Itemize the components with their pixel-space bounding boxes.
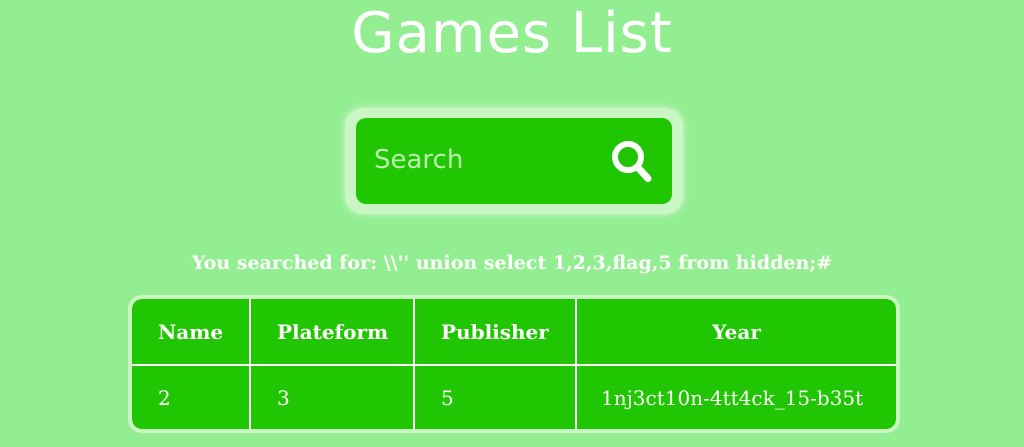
- search-container: [345, 108, 683, 214]
- table-row: 2 3 5 1nj3ct10n-4tt4ck_15-b35t: [132, 364, 896, 429]
- header-publisher: Publisher: [413, 299, 577, 367]
- header-year: Year: [575, 299, 896, 367]
- page-title: Games List: [351, 1, 673, 66]
- search-button[interactable]: [606, 136, 658, 188]
- cell-name: 2: [132, 364, 251, 429]
- table-header-row: Name Plateform Publisher Year: [132, 299, 896, 367]
- search-result-text: You searched for: \\'' union select 1,2,…: [191, 252, 833, 274]
- search-icon: [612, 141, 652, 182]
- header-plateform: Plateform: [249, 299, 415, 367]
- games-table-container: Name Plateform Publisher Year 2 3 5 1nj3…: [128, 295, 900, 433]
- header-name: Name: [132, 299, 251, 367]
- search-bar: [356, 118, 672, 204]
- search-input[interactable]: [374, 140, 594, 180]
- cell-plateform: 3: [249, 364, 415, 429]
- cell-publisher: 5: [413, 364, 577, 429]
- games-table: Name Plateform Publisher Year 2 3 5 1nj3…: [132, 299, 896, 429]
- cell-year: 1nj3ct10n-4tt4ck_15-b35t: [575, 364, 896, 429]
